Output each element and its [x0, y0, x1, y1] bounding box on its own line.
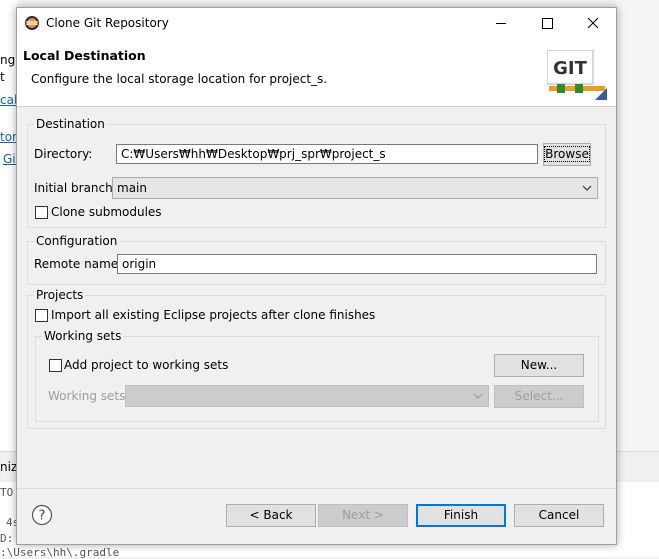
new-working-set-button[interactable]: New... — [494, 354, 584, 377]
help-icon[interactable]: ? — [31, 504, 53, 526]
remote-name-input[interactable]: origin — [117, 254, 597, 274]
dialog-title: Clone Git Repository — [46, 16, 169, 30]
maximize-icon — [542, 18, 553, 29]
background-text-fragment: ng — [0, 53, 16, 67]
directory-label: Directory: — [34, 147, 93, 161]
console-line: :\Users\hh\.gradle — [0, 546, 120, 559]
import-projects-label[interactable]: Import all existing Eclipse projects aft… — [51, 308, 375, 322]
remote-name-label: Remote name: — [34, 257, 123, 271]
cancel-button[interactable]: Cancel — [514, 504, 604, 527]
next-button[interactable]: Next > — [318, 504, 408, 527]
working-sets-group-label: Working sets — [42, 329, 124, 343]
background-link-fragment[interactable]: cal — [0, 93, 17, 107]
page-description: Configure the local storage location for… — [31, 72, 328, 86]
git-logo-text: GIT — [553, 58, 587, 79]
back-button[interactable]: < Back — [226, 504, 316, 527]
git-logo-icon: GIT — [547, 50, 607, 100]
svg-text:?: ? — [39, 509, 46, 524]
maximize-button[interactable] — [524, 8, 570, 38]
minimize-icon — [496, 23, 506, 24]
console-line: TO — [0, 486, 14, 499]
wizard-header: Local Destination Configure the local st… — [17, 38, 616, 107]
working-sets-select[interactable] — [125, 385, 489, 407]
browse-button[interactable]: Browse — [543, 143, 591, 166]
working-sets-label: Working sets: — [48, 389, 130, 403]
destination-group-label: Destination — [34, 117, 107, 131]
chevron-down-icon — [473, 393, 483, 399]
title-bar[interactable]: Clone Git Repository — [17, 8, 616, 38]
configuration-group-label: Configuration — [34, 234, 120, 248]
close-button[interactable] — [570, 8, 616, 38]
add-to-working-sets-checkbox[interactable] — [49, 359, 62, 372]
initial-branch-value: main — [117, 181, 147, 195]
console-line: D: — [0, 532, 14, 545]
page-title: Local Destination — [23, 48, 146, 63]
eclipse-icon — [25, 16, 39, 30]
finish-button[interactable]: Finish — [416, 504, 506, 527]
initial-branch-select[interactable]: main — [112, 177, 598, 199]
footer-separator — [17, 488, 616, 489]
clone-submodules-checkbox[interactable] — [35, 206, 48, 219]
close-icon — [587, 17, 599, 29]
minimize-button[interactable] — [478, 8, 524, 38]
background-tab-fragment[interactable]: niz — [0, 460, 17, 474]
working-sets-group — [35, 336, 599, 422]
clone-submodules-label[interactable]: Clone submodules — [51, 205, 162, 219]
import-projects-checkbox[interactable] — [35, 309, 48, 322]
browse-button-label: Browse — [544, 146, 590, 162]
add-to-working-sets-label[interactable]: Add project to working sets — [64, 358, 228, 372]
select-working-sets-button[interactable]: Select... — [494, 385, 584, 408]
background-text-fragment: t — [0, 70, 5, 84]
projects-group-label: Projects — [34, 288, 86, 302]
clone-git-repository-dialog: Clone Git Repository Local Destination C… — [16, 7, 617, 545]
chevron-down-icon — [582, 185, 592, 191]
initial-branch-label: Initial branch: — [34, 181, 117, 195]
directory-input[interactable]: C:₩Users₩hh₩Desktop₩prj_spr₩project_s — [116, 144, 538, 164]
